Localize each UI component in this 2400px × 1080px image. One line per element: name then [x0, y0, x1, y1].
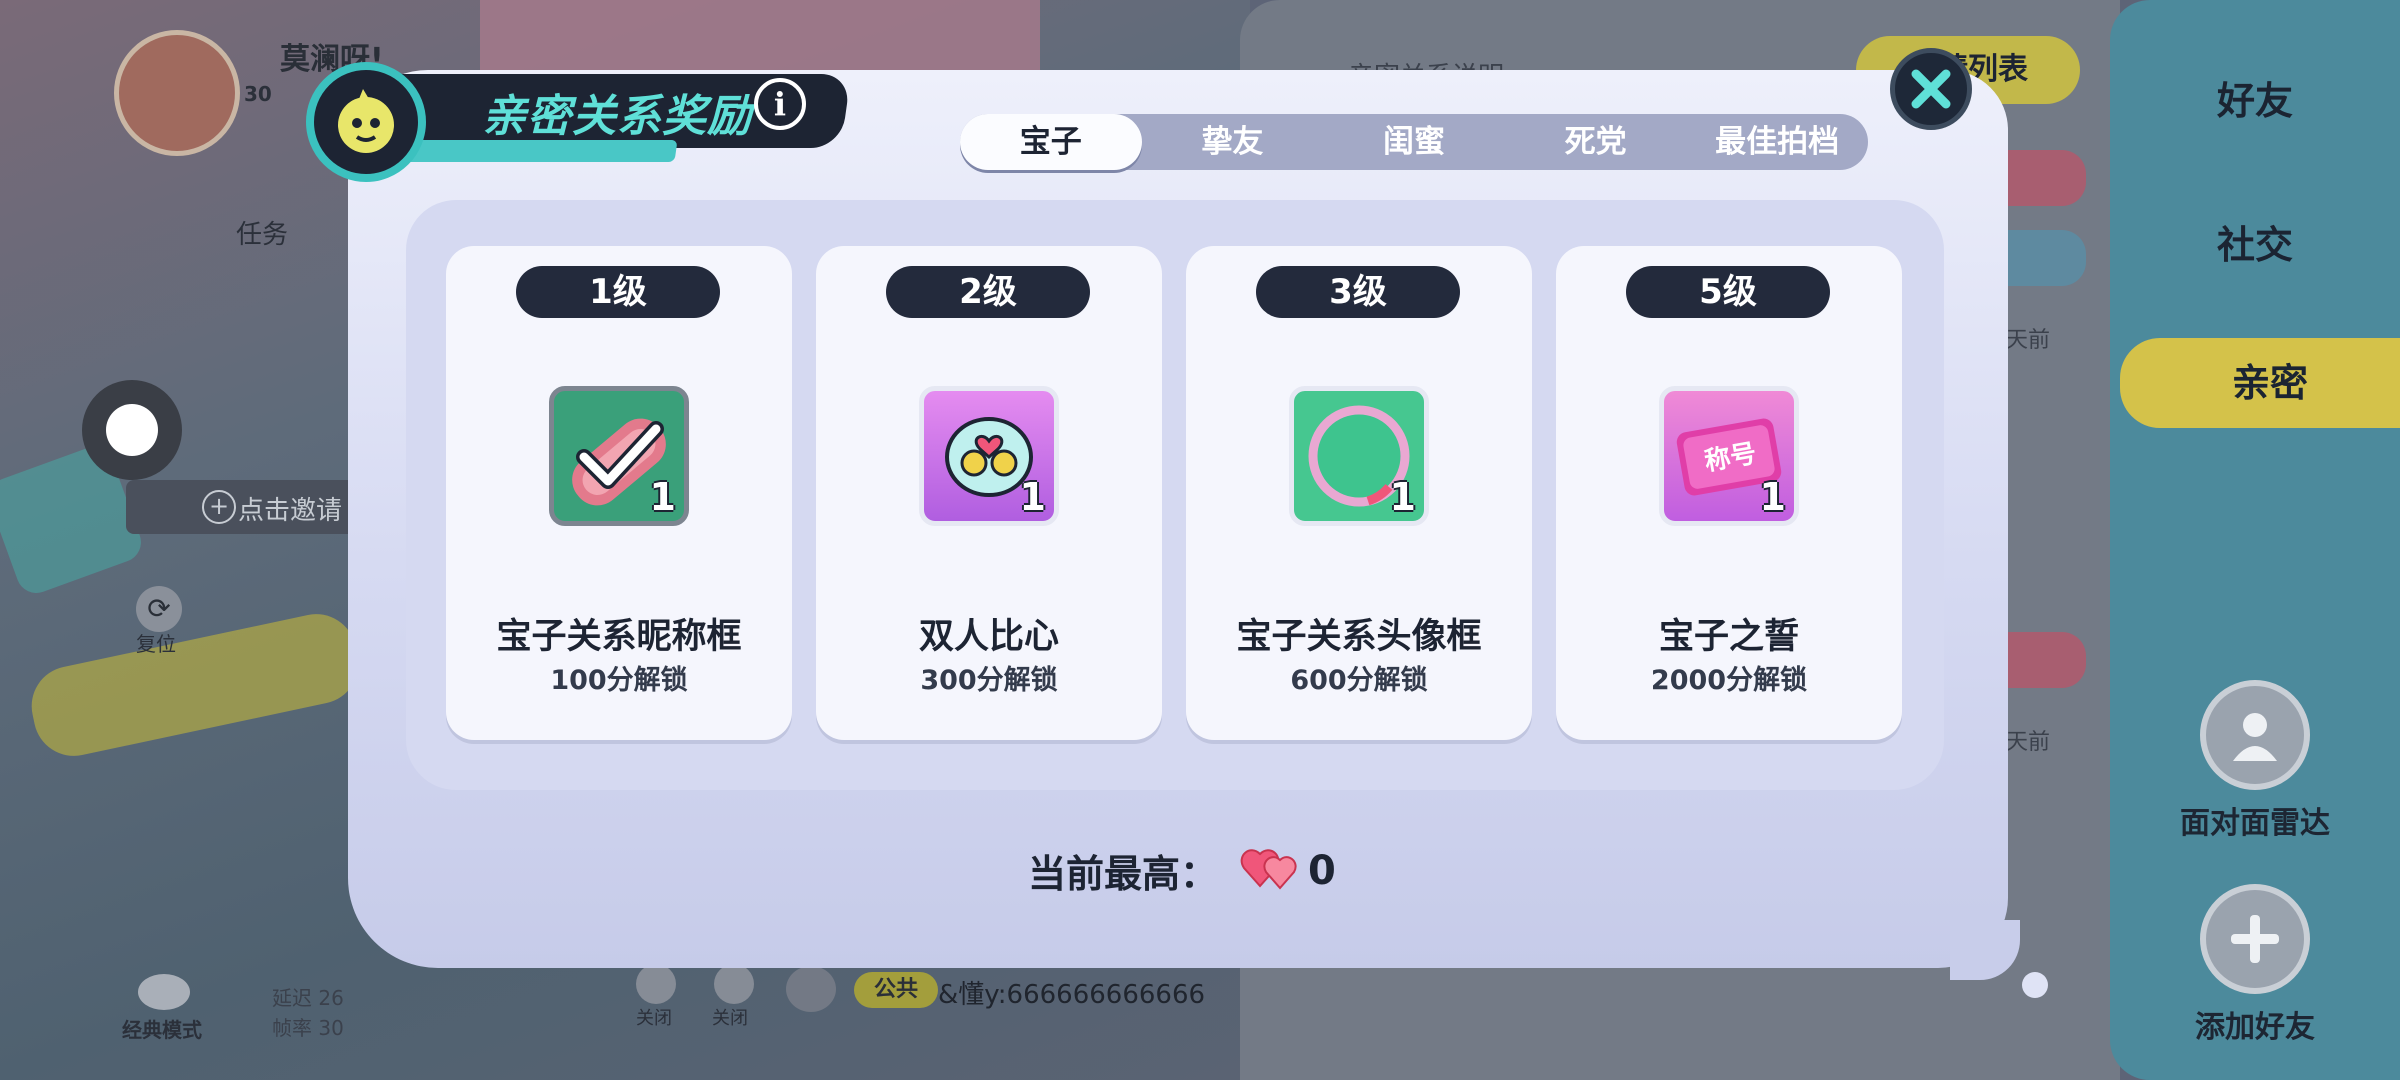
movement-joystick[interactable]: [82, 380, 182, 480]
mic-label: 关闭: [636, 1008, 672, 1029]
tab-bestie[interactable]: 闺蜜: [1323, 114, 1505, 170]
double-heart-icon: [1240, 842, 1302, 899]
level-badge: 5级: [1626, 266, 1830, 318]
latency-text: 延迟 26: [272, 986, 344, 1010]
tab-best-friend[interactable]: 挚友: [1142, 114, 1324, 170]
reward-requirement: 100分解锁: [550, 665, 688, 696]
plus-circle-icon: +: [202, 490, 236, 524]
dialog-title: 亲密关系奖励: [482, 91, 752, 142]
chat-bubble-icon[interactable]: [786, 966, 836, 1012]
info-icon[interactable]: i: [754, 78, 806, 130]
face-radar-button[interactable]: 面对面雷达: [2160, 680, 2350, 842]
level-badge: 1级: [516, 266, 720, 318]
face-radar-label: 面对面雷达: [2180, 806, 2330, 841]
invite-label: 点击邀请: [238, 496, 343, 526]
reward-requirement: 600分解锁: [1290, 665, 1428, 696]
invite-button[interactable]: 点击邀请 +: [126, 480, 356, 534]
add-friend-label: 添加好友: [2195, 1010, 2315, 1045]
title-card-icon[interactable]: 称号 1: [1659, 386, 1799, 526]
reward-name: 双人比心: [918, 617, 1059, 657]
item-count: 1: [649, 475, 676, 519]
reward-cards: 1级 1 宝子关系昵称框 100分解锁 2级 1 双人比心 300分解锁 3级 …: [446, 246, 1902, 740]
reward-card[interactable]: 2级 1 双人比心 300分解锁: [816, 246, 1162, 740]
mic-icon[interactable]: [636, 964, 676, 1004]
reward-name: 宝子关系头像框: [1236, 617, 1482, 657]
current-highest-value: 0: [1308, 847, 1336, 894]
plus-icon: [2200, 884, 2310, 994]
tab-baozi[interactable]: 宝子: [960, 114, 1142, 170]
task-label[interactable]: 任务: [236, 214, 288, 251]
chat-message: &懂y:666666666666: [938, 980, 1206, 1010]
mascot-logo-icon: [306, 62, 426, 182]
reward-name: 宝子关系昵称框: [496, 617, 742, 657]
current-highest-label: 当前最高：: [1028, 852, 1219, 896]
eye-icon[interactable]: [138, 974, 190, 1010]
reward-name: 宝子之誓: [1658, 617, 1799, 657]
reward-card[interactable]: 1级 1 宝子关系昵称框 100分解锁: [446, 246, 792, 740]
reward-requirement: 2000分解锁: [1650, 665, 1808, 696]
speaker-label: 关闭: [712, 1008, 748, 1029]
level-badge: 2级: [886, 266, 1090, 318]
current-highest: 当前最高： 0: [1028, 842, 1336, 899]
fps-text: 帧率 30: [272, 1016, 344, 1040]
relationship-tabs: 宝子 挚友 闺蜜 死党 最佳拍档: [960, 114, 1868, 170]
item-count: 1: [1759, 475, 1786, 519]
nameplate-check-icon[interactable]: 1: [549, 386, 689, 526]
classic-mode-label[interactable]: 经典模式: [122, 1014, 202, 1043]
dialog-tail-dot: [2022, 972, 2048, 998]
player-level: 30: [244, 82, 272, 106]
tab-intimate[interactable]: 亲密: [2120, 338, 2400, 428]
chat-channel-badge[interactable]: 公共: [854, 972, 938, 1008]
player-avatar[interactable]: [114, 30, 240, 156]
reward-requirement: 300分解锁: [920, 665, 1058, 696]
reward-card[interactable]: 3级 1 宝子关系头像框 600分解锁: [1186, 246, 1532, 740]
close-button[interactable]: [1890, 48, 1972, 130]
close-icon: [1911, 69, 1951, 109]
item-count: 1: [1019, 475, 1046, 519]
item-count: 1: [1389, 475, 1416, 519]
double-heart-emote-icon[interactable]: 1: [919, 386, 1059, 526]
avatar-frame-icon[interactable]: 1: [1289, 386, 1429, 526]
tab-friends[interactable]: 好友: [2110, 70, 2400, 125]
speaker-icon[interactable]: [714, 964, 754, 1004]
chat-channel-label: 公共: [873, 977, 918, 1002]
reward-card[interactable]: 5级 称号 1 宝子之誓 2000分解锁: [1556, 246, 1902, 740]
joystick-knob[interactable]: [106, 404, 158, 456]
add-friend-button[interactable]: 添加好友: [2160, 884, 2350, 1046]
tab-social[interactable]: 社交: [2110, 214, 2400, 269]
dialog-title-badge: 亲密关系奖励 i: [306, 62, 852, 182]
reset-icon[interactable]: ⟳: [136, 586, 182, 632]
tab-buddy[interactable]: 死党: [1505, 114, 1687, 170]
tab-best-partner[interactable]: 最佳拍档: [1686, 114, 1868, 170]
level-badge: 3级: [1256, 266, 1460, 318]
person-icon: [2200, 680, 2310, 790]
reset-label: 复位: [136, 632, 176, 656]
